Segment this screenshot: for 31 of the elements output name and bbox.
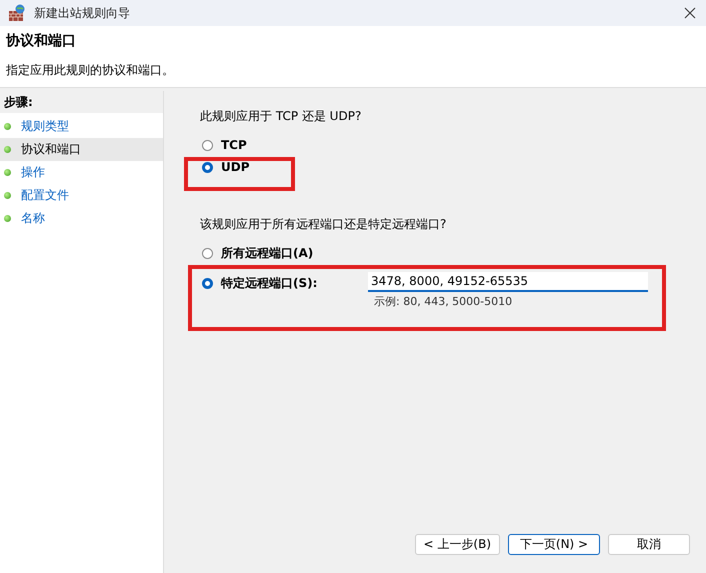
radio-option[interactable]: TCP — [202, 134, 706, 156]
radio-option[interactable]: UDP — [202, 156, 706, 178]
bullet-icon — [4, 192, 11, 199]
bullet-icon — [4, 169, 11, 176]
page-description: 指定应用此规则的协议和端口。 — [6, 62, 175, 79]
bullet-icon — [4, 123, 11, 130]
page-heading: 协议和端口 — [6, 32, 77, 50]
ports-question: 该规则应用于所有远程端口还是特定远程端口? — [200, 216, 448, 233]
bullet-icon — [4, 215, 11, 222]
step-item[interactable]: 操作 — [0, 161, 163, 184]
radio-icon[interactable] — [202, 162, 213, 172]
window-title: 新建出站规则向导 — [34, 4, 131, 22]
step-item[interactable]: 规则类型 — [0, 115, 163, 138]
wizard-button[interactable]: < 上一步(B) — [414, 534, 500, 555]
step-item[interactable]: 协议和端口 — [0, 138, 163, 161]
radio-option[interactable]: 特定远程端口(S): — [202, 272, 368, 294]
radio-icon[interactable] — [202, 248, 213, 258]
wizard-button[interactable]: 取消 — [608, 534, 690, 555]
radio-option[interactable]: 所有远程端口(A) — [202, 242, 368, 264]
radio-icon[interactable] — [202, 278, 213, 288]
step-item[interactable]: 配置文件 — [0, 184, 163, 207]
step-item[interactable]: 名称 — [0, 207, 163, 230]
bullet-icon — [4, 146, 11, 153]
steps-heading: 步骤: — [0, 91, 163, 113]
protocol-question: 此规则应用于 TCP 还是 UDP? — [200, 108, 362, 125]
brick-wall-icon — [8, 4, 26, 22]
wizard-button[interactable]: 下一页(N) > — [508, 534, 600, 555]
radio-icon[interactable] — [202, 140, 213, 150]
close-icon[interactable] — [684, 7, 696, 19]
example-hint: 示例: 80, 443, 5000-5010 — [373, 294, 514, 309]
ports-input-field[interactable]: 3478, 8000, 49152-65535 — [368, 272, 648, 292]
